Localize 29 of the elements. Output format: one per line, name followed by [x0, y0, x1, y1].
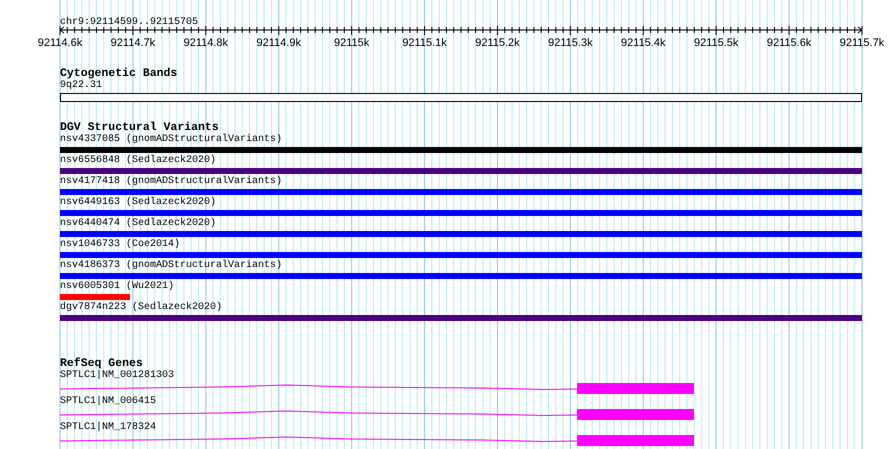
- scale-label: 92114.8k: [184, 37, 228, 49]
- scale-label: 92115.1k: [402, 37, 447, 49]
- region-title: chr9:92114599..92115705: [60, 17, 198, 28]
- scale-label: 92114.6k: [38, 37, 82, 49]
- scale-label: 92115.3k: [548, 37, 593, 49]
- variant-label: nsv1046733 (Coe2014): [60, 239, 180, 251]
- scale-label: 92115.4k: [621, 37, 666, 49]
- variant-label: dgv7874n223 (Sedlazeck2020): [60, 302, 222, 314]
- variant-label: nsv4177418 (gnomADStructuralVariants): [60, 176, 282, 188]
- scale-label: 92115.5k: [694, 37, 738, 49]
- variant-label: nsv6005301 (Wu2021): [60, 281, 174, 293]
- track-title: RefSeq Genes: [60, 358, 143, 370]
- scale-label: 92114.7k: [110, 37, 156, 49]
- variant-label: nsv4337085 (gnomADStructuralVariants): [60, 134, 282, 146]
- gene-label: SPTLC1|NM_178324: [60, 422, 156, 434]
- band-label: 9q22.31: [60, 80, 102, 92]
- track-title: Cytogenetic Bands: [60, 68, 178, 80]
- variant-label: nsv4186373 (gnomADStructuralVariants): [60, 260, 282, 272]
- variant-label: nsv6449163 (Sedlazeck2020): [60, 197, 216, 209]
- variant-label: nsv6440474 (Sedlazeck2020): [60, 218, 216, 230]
- scale-label: 92114.9k: [256, 37, 301, 49]
- gene-label: SPTLC1|NM_001281303: [60, 370, 174, 382]
- scale-label: 92115.2k: [475, 37, 520, 49]
- scale-label: 92115k: [334, 37, 370, 49]
- scale-label: 92115.7k: [840, 37, 884, 49]
- track-title: DGV Structural Variants: [60, 122, 219, 134]
- variant-label: nsv6556848 (Sedlazeck2020): [60, 155, 216, 167]
- scale-label: 92115.6k: [766, 37, 812, 49]
- gene-label: SPTLC1|NM_006415: [60, 396, 156, 408]
